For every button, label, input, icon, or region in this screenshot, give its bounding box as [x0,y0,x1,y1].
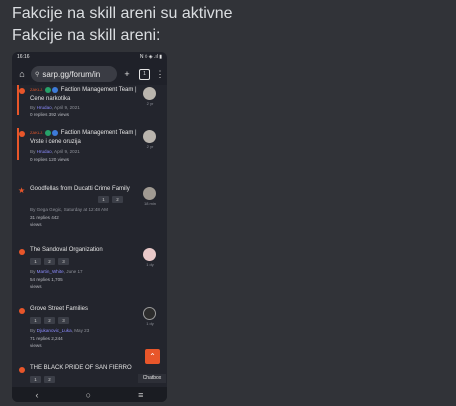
unread-dot [19,131,25,137]
thread-meta: By Hrudao, April 9, 2021 [30,149,80,154]
unread-dot [19,88,25,94]
thread-stats-views: views [30,284,42,289]
status-time: 16:16 [17,54,30,60]
forum-thread-list: ZAKLJ. Faction Management Team | Cene na… [12,85,167,387]
last-post-time: 1 dy [146,262,154,267]
page-link[interactable]: 1 [30,258,41,265]
browser-toolbar: ⌂ ⚲ sarp.gg/forum/in + 1 ⋮ [12,63,167,85]
unread-dot [19,367,25,373]
thread-title: THE BLACK PRIDE OF SAN FIERRO [30,365,132,371]
scroll-top-button[interactable]: ⌃ [145,349,160,364]
thread-title: The Sandoval Organization [30,247,103,253]
unread-dot [19,249,25,255]
page-link[interactable]: 3 [58,258,69,265]
thread-pages: 1 2 [30,376,55,383]
thread-meta: By Djukanovic_Luka, May 23 [30,328,90,333]
new-tab-icon: + [124,69,130,79]
avatar [143,130,156,143]
last-post-time: 1 dy [146,321,154,326]
tag-icon [52,129,59,136]
page-link[interactable]: 2 [44,258,55,265]
home-nav-icon: ○ [85,389,92,400]
thread-stats: 31 replies 442 [30,215,59,220]
home-icon: ⌂ [19,69,25,79]
closed-flag: ZAKLJ. [30,87,44,92]
thread-row: ZAKLJ. Faction Management Team | Cene na… [12,85,167,121]
recents-icon: ≡ [138,389,144,400]
thread-author: Martin_White [36,269,64,274]
thread-stats: 0 replies 120 views [30,157,70,162]
thread-title: ZAKLJ. Faction Management Team | Cene na… [30,85,142,104]
thread-row: Grove Street Families 1 2 3 By Djukanovi… [12,305,167,361]
tab-switcher-icon: 1 [139,68,150,80]
closed-flag: ZAKLJ. [30,130,44,135]
tag-icon [45,86,52,93]
chatbox-button[interactable]: Chatbox [138,374,166,383]
thread-stats: 71 replies 2,244 [30,336,63,341]
thread-title: Goodfellas from Ducatti Crime Family [30,186,130,192]
thread-author: Djukanovic_Luka [36,328,72,333]
thread-pages: 1 2 3 [30,317,69,324]
thread-meta: By Hrudao, April 9, 2021 [30,105,80,110]
thread-date: June 17 [66,269,83,274]
page-link[interactable]: 3 [58,317,69,324]
url-text: sarp.gg/forum/in [42,69,101,79]
last-post-time: 18 min [143,201,156,206]
back-icon: ‹ [35,389,39,400]
status-indicators: N ◊ ◈ .ıl ▮ [139,54,162,60]
avatar [143,187,156,200]
last-post-time: 2 yr [146,144,154,149]
last-post-time: 2 yr [146,101,154,106]
page-link[interactable]: 2 [112,196,123,203]
thread-date: April 9, 2021 [54,105,80,110]
thread-title: Grove Street Families [30,306,89,312]
thread-stats: 0 replies 392 views [30,112,70,117]
url-bar: ⚲ sarp.gg/forum/in [31,66,117,82]
thread-row: The Sandoval Organization 1 2 3 By Marti… [12,246,167,302]
page-link[interactable]: 1 [98,196,109,203]
tag-icon [52,86,59,93]
message-line-1: Fakcije na skill areni su aktivne [12,5,233,22]
avatar [143,87,156,100]
page-link[interactable]: 2 [44,376,55,383]
thread-date: Saturday at 12:48 AM [63,207,108,212]
unread-dot [19,308,25,314]
thread-row: ★ Goodfellas from Ducatti Crime Family 1… [12,185,167,241]
thread-author: Gega Gegic [36,207,62,212]
site-info-icon: ⚲ [35,71,40,78]
android-nav-bar: ‹ ○ ≡ [12,387,167,402]
browser-menu-icon: ⋮ [155,68,165,79]
tag-icon [45,129,52,136]
phone-screenshot-attachment[interactable]: 16:16 N ◊ ◈ .ıl ▮ ⌂ ⚲ sarp.gg/forum/in +… [12,52,167,402]
thread-title: ZAKLJ. Faction Management Team | Vrste i… [30,128,142,147]
page-link[interactable]: 2 [44,317,55,324]
thread-pages: 1 2 3 [30,258,69,265]
thread-meta: By Martin_White, June 17 [30,269,83,274]
thread-row: ZAKLJ. Faction Management Team | Vrste i… [12,128,167,164]
thread-stats: 54 replies 1,705 [30,277,63,282]
thread-date: May 23 [74,328,90,333]
phone-status-bar: 16:16 N ◊ ◈ .ıl ▮ [12,52,167,62]
thread-pages: 1 2 [98,196,123,203]
avatar [143,248,156,261]
thread-author: Hrudao [36,105,52,110]
thread-author: Hrudao [36,149,52,154]
page-link[interactable]: 1 [30,376,41,383]
thread-stats-views: views [30,222,42,227]
thread-stats-views: views [30,343,42,348]
message-line-2: Fakcije na skill areni: [12,27,161,44]
featured-star-icon: ★ [18,186,26,195]
avatar [143,307,156,320]
thread-meta: By Gega Gegic, Saturday at 12:48 AM [30,207,108,212]
thread-date: April 9, 2021 [54,149,80,154]
page-link[interactable]: 1 [30,317,41,324]
